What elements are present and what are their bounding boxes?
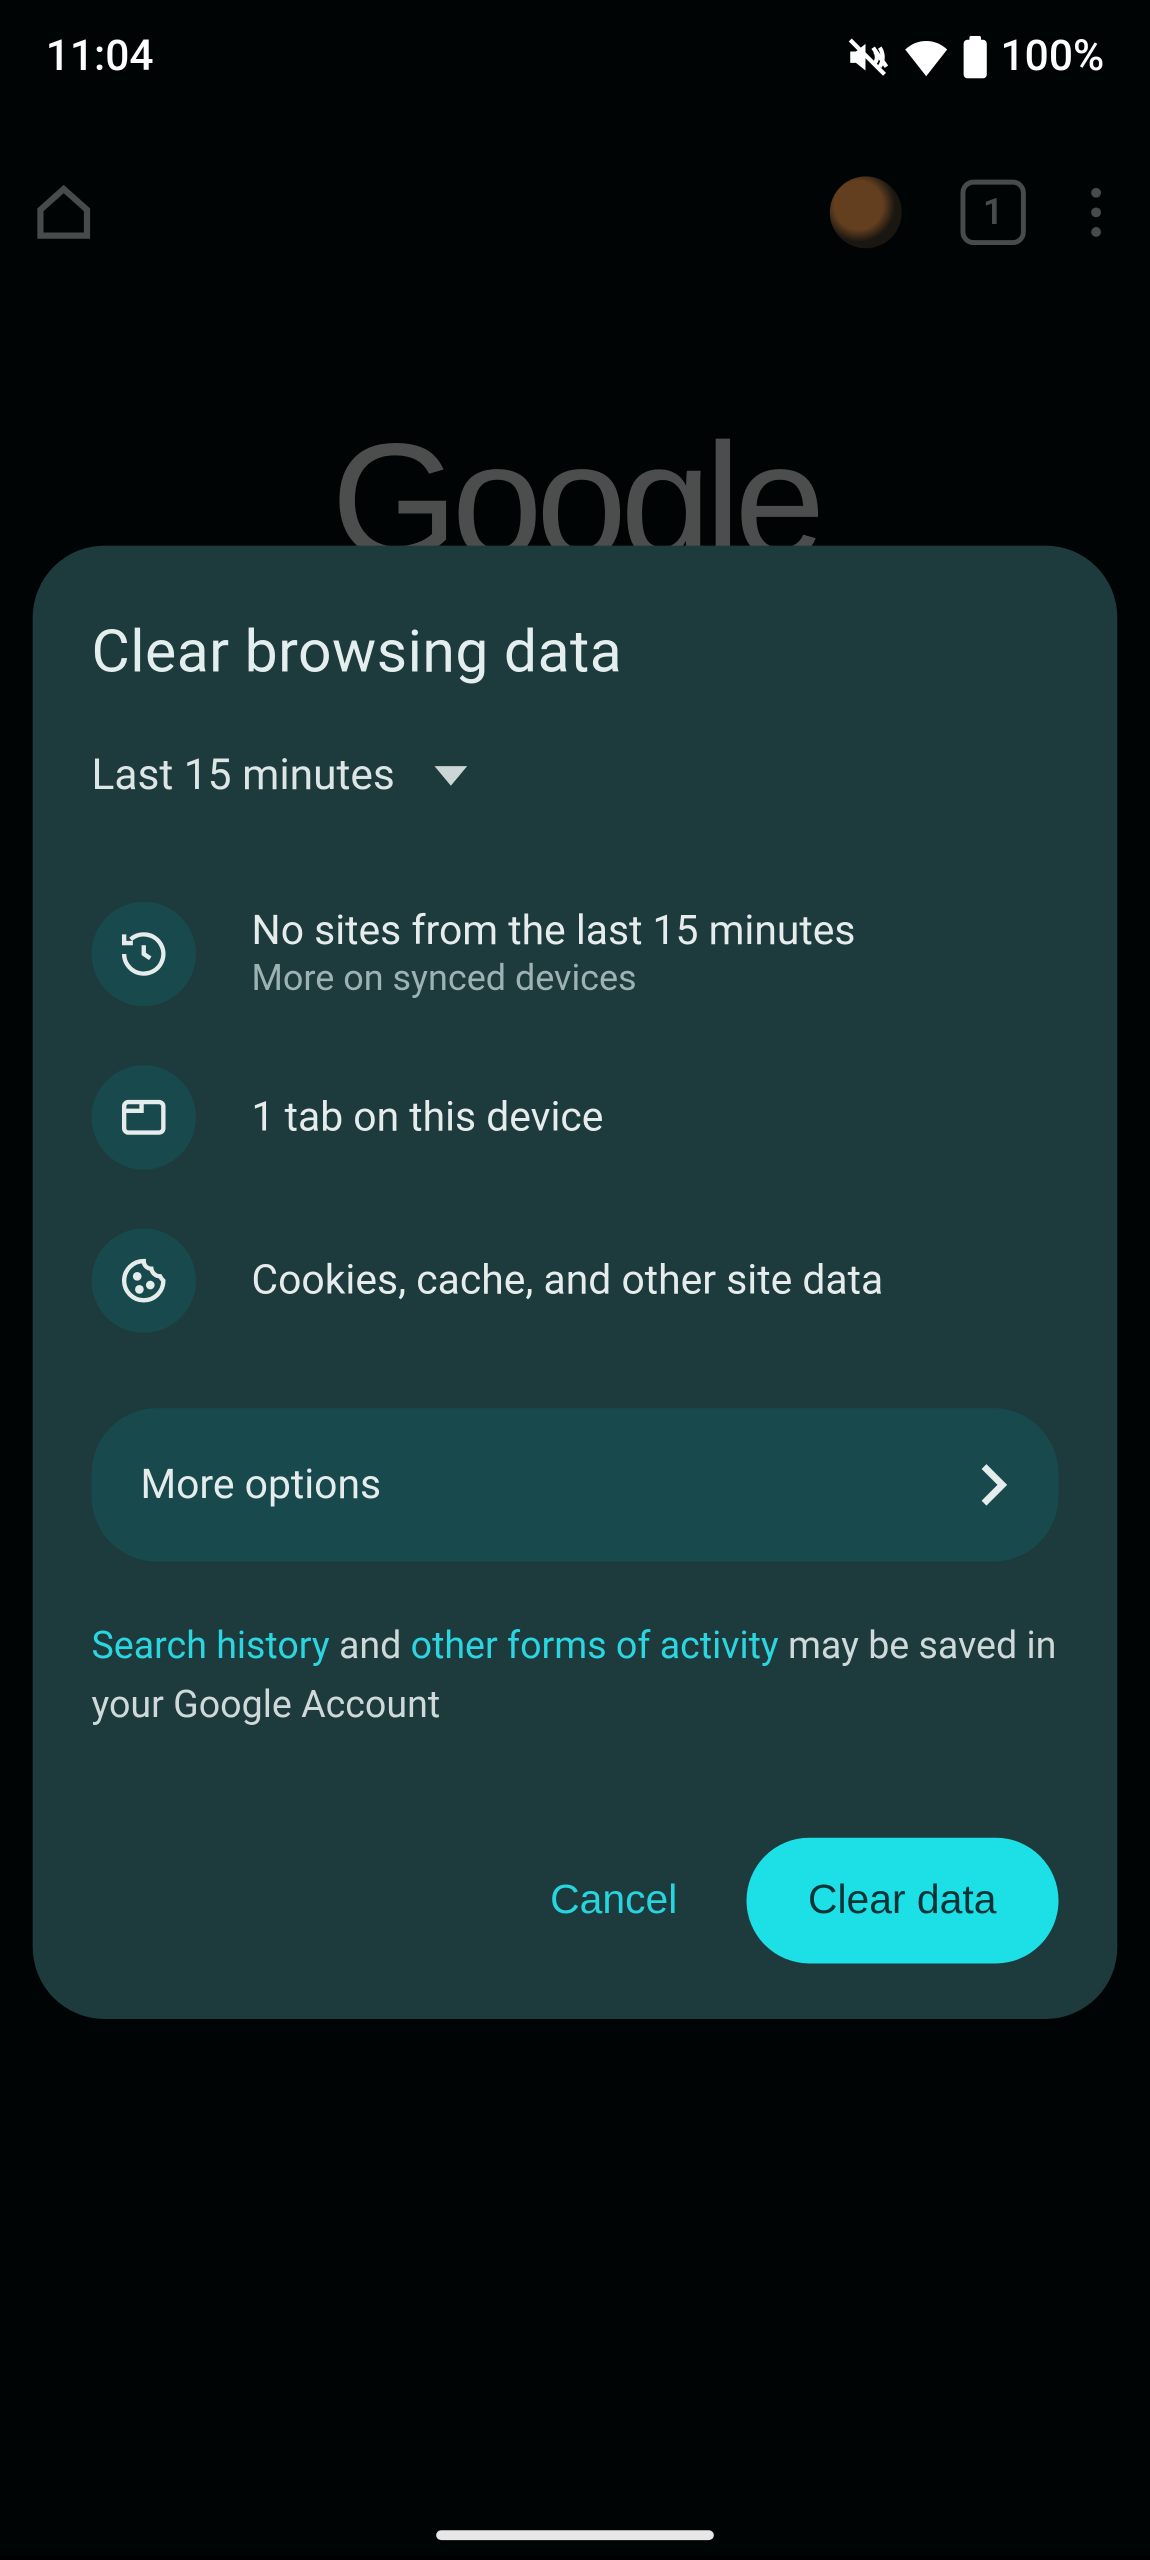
history-row-subtitle: More on synced devices [252,959,856,1000]
other-activity-link[interactable]: other forms of activity [411,1624,779,1668]
battery-percent: 100% [1001,33,1105,82]
menu-icon[interactable] [1075,188,1117,237]
history-row: No sites from the last 15 minutes More o… [91,872,1058,1035]
mute-icon [844,34,890,80]
tab-count: 1 [983,192,1004,233]
home-icon[interactable] [33,181,95,243]
clear-browsing-data-dialog: Clear browsing data Last 15 minutes No s… [33,546,1118,2020]
clear-data-button[interactable]: Clear data [746,1838,1059,1964]
cookies-row-title: Cookies, cache, and other site data [252,1257,884,1304]
tabs-row-title: 1 tab on this device [252,1094,604,1141]
home-indicator[interactable] [436,2530,714,2540]
search-history-link[interactable]: Search history [91,1624,329,1668]
browser-toolbar: 1 [0,147,1150,278]
battery-icon [961,36,987,78]
tab-icon [91,1065,196,1170]
history-row-title: No sites from the last 15 minutes [252,908,856,955]
dialog-actions: Cancel Clear data [91,1838,1058,1964]
more-options-label: More options [140,1461,381,1508]
dialog-title: Clear browsing data [91,617,1058,686]
status-right: 100% [844,33,1105,82]
chevron-right-icon [977,1462,1010,1508]
history-icon [91,902,196,1007]
status-bar: 11:04 100% [0,0,1150,114]
footer-note: Search history and other forms of activi… [91,1617,1058,1733]
wifi-icon [903,38,949,77]
profile-avatar[interactable] [830,176,902,248]
tabs-row: 1 tab on this device [91,1036,1058,1199]
status-time: 11:04 [46,33,154,82]
tab-switcher[interactable]: 1 [960,180,1025,245]
cookies-row: Cookies, cache, and other site data [91,1199,1058,1362]
chevron-down-icon [434,766,467,786]
time-range-dropdown[interactable]: Last 15 minutes [91,751,1058,800]
cookie-icon [91,1228,196,1333]
cancel-button[interactable]: Cancel [511,1848,717,1954]
time-range-value: Last 15 minutes [91,751,394,800]
more-options-button[interactable]: More options [91,1408,1058,1562]
